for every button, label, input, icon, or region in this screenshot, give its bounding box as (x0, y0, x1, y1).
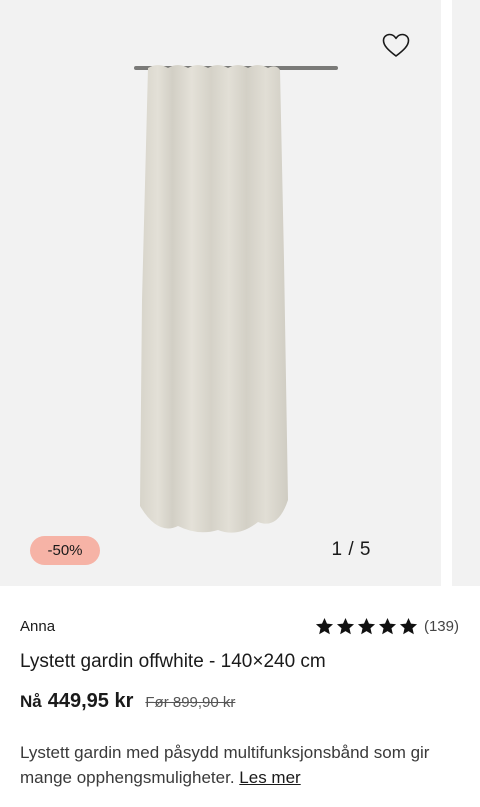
old-price: Før 899,90 kr (145, 694, 236, 711)
read-more-link[interactable]: Les mer (239, 768, 300, 787)
product-image-gallery[interactable]: -50% 1 / 5 (0, 0, 480, 586)
price-row: Nå 449,95 kr Før 899,90 kr (20, 690, 235, 713)
star-icon (399, 617, 418, 635)
heart-outline-icon (382, 33, 410, 57)
product-brand: Anna (20, 618, 56, 635)
star-icon (336, 617, 355, 635)
rating-count: (139) (423, 618, 459, 635)
product-rating[interactable]: (139) (315, 617, 459, 636)
curtain-image (140, 65, 288, 533)
rating-stars (315, 617, 418, 636)
next-image-peek[interactable] (452, 0, 480, 586)
description-text: Lystett gardin med påsydd multifunksjons… (20, 743, 430, 787)
star-icon (357, 617, 376, 635)
star-icon (378, 617, 397, 635)
product-description: Lystett gardin med påsydd multifunksjons… (20, 740, 460, 790)
image-pager: 1 / 5 (331, 539, 371, 560)
favorite-button[interactable] (380, 30, 412, 60)
current-price: 449,95 kr (47, 690, 134, 712)
price-prefix: Nå (20, 692, 42, 711)
product-title: Lystett gardin offwhite - 140×240 cm (20, 651, 326, 672)
discount-badge: -50% (30, 536, 100, 565)
star-icon (315, 617, 334, 635)
product-image-slide[interactable]: -50% 1 / 5 (0, 0, 441, 586)
